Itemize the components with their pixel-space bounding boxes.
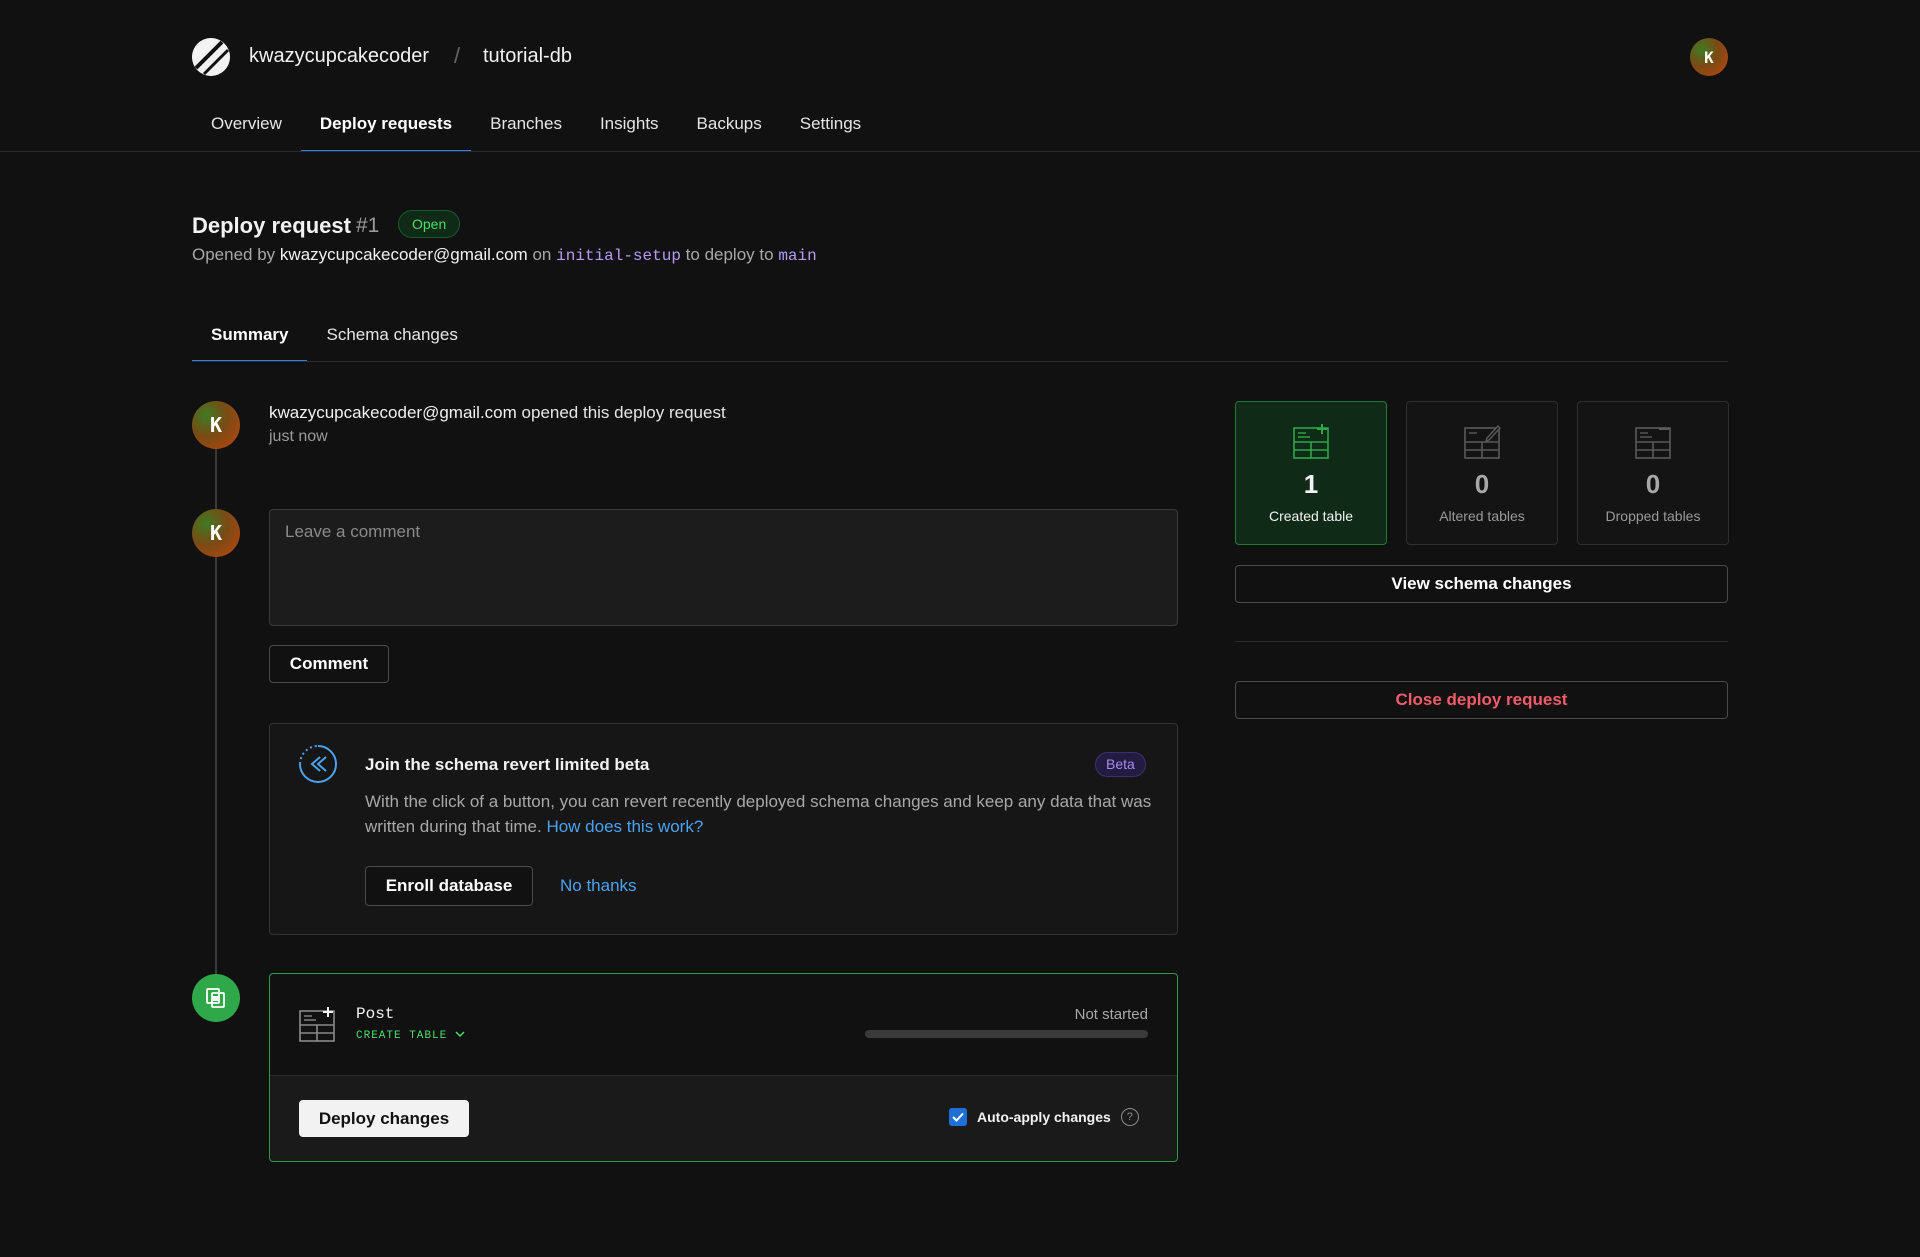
request-tabs: Summary Schema changes (192, 314, 477, 362)
deploy-to-label: to deploy to (685, 245, 774, 264)
table-plus-icon (298, 1005, 336, 1048)
beta-description-text: With the click of a button, you can reve… (365, 792, 1152, 836)
event-action: opened this deploy request (521, 403, 726, 422)
author-email: kwazycupcakecoder@gmail.com (279, 245, 528, 264)
dropped-tables-stat: 0 Dropped tables (1577, 401, 1729, 545)
comment-button[interactable]: Comment (269, 645, 389, 683)
page-title: Deploy request (192, 213, 351, 238)
enroll-database-button[interactable]: Enroll database (365, 866, 533, 906)
auto-apply-label: Auto-apply changes (977, 1109, 1111, 1125)
status-badge: Open (398, 210, 461, 238)
org-name[interactable]: kwazycupcakecoder (249, 45, 429, 68)
user-avatar[interactable]: K (1690, 38, 1728, 76)
request-subtitle: Opened by kwazycupcakecoder@gmail.com on… (192, 245, 817, 265)
event-author: kwazycupcakecoder@gmail.com (269, 403, 517, 422)
stat-value: 0 (1474, 469, 1490, 499)
table-edit-icon (1463, 422, 1501, 465)
deploy-changes-button[interactable]: Deploy changes (299, 1100, 469, 1137)
nav-backups[interactable]: Backups (678, 100, 781, 152)
nav-branches[interactable]: Branches (471, 100, 581, 152)
stat-label: Created table (1268, 508, 1354, 524)
beta-badge: Beta (1095, 752, 1146, 777)
tab-schema-changes[interactable]: Schema changes (307, 314, 476, 362)
tabs-divider (192, 361, 1728, 362)
nav-overview[interactable]: Overview (192, 100, 301, 152)
avatar-letter: K (209, 521, 223, 545)
stat-label: Altered tables (1439, 508, 1525, 524)
beta-title: Join the schema revert limited beta (365, 755, 650, 774)
auto-apply-checkbox[interactable] (949, 1108, 967, 1126)
target-branch-link[interactable]: main (778, 247, 816, 265)
nav-settings[interactable]: Settings (781, 100, 880, 152)
view-schema-changes-button[interactable]: View schema changes (1235, 565, 1728, 603)
sidebar-divider (1235, 641, 1728, 642)
commenter-avatar: K (192, 509, 240, 557)
tab-summary[interactable]: Summary (192, 314, 308, 362)
planetscale-logo[interactable] (192, 38, 230, 76)
event-description: kwazycupcakecoder@gmail.com opened this … (269, 403, 726, 423)
beta-description: With the click of a button, you can reve… (365, 789, 1155, 839)
how-does-this-work-link[interactable]: How does this work? (546, 817, 703, 836)
comment-box (269, 509, 1178, 626)
event-avatar: K (192, 401, 240, 449)
event-timestamp: just now (269, 428, 328, 445)
avatar-letter: K (1704, 47, 1714, 67)
deploy-status: Not started (1074, 1006, 1148, 1023)
main-nav: Overview Deploy requests Branches Insigh… (192, 100, 880, 152)
breadcrumb-separator: / (454, 43, 461, 68)
nav-insights[interactable]: Insights (581, 100, 678, 152)
opened-by-label: Opened by (192, 245, 276, 264)
table-plus-icon (1292, 422, 1330, 465)
database-name[interactable]: tutorial-db (483, 45, 572, 68)
created-tables-stat: 1 Created table (1235, 401, 1387, 545)
revert-icon (298, 744, 338, 789)
stat-label: Dropped tables (1605, 508, 1701, 524)
table-minus-icon (1634, 422, 1672, 465)
deploy-progress-bar (865, 1030, 1148, 1038)
request-number: #1 (356, 214, 380, 237)
stat-value: 1 (1303, 469, 1319, 499)
nav-deploy-requests[interactable]: Deploy requests (300, 100, 472, 152)
table-name: Post (356, 1005, 395, 1023)
deploy-icon (192, 974, 240, 1022)
operation-label: CREATE TABLE (356, 1030, 448, 1042)
auto-apply-control: Auto-apply changes ? (949, 1108, 1139, 1126)
comment-input[interactable] (270, 510, 1177, 625)
operation-toggle[interactable]: CREATE TABLE (356, 1030, 465, 1042)
header-divider (0, 151, 1920, 152)
chevron-down-icon (455, 1030, 465, 1042)
stat-value: 0 (1645, 469, 1661, 499)
source-branch-link[interactable]: initial-setup (556, 247, 681, 265)
avatar-letter: K (209, 413, 223, 437)
close-deploy-request-button[interactable]: Close deploy request (1235, 681, 1728, 719)
altered-tables-stat: 0 Altered tables (1406, 401, 1558, 545)
on-label: on (532, 245, 552, 264)
help-icon[interactable]: ? (1120, 1108, 1139, 1126)
no-thanks-link[interactable]: No thanks (560, 876, 637, 896)
